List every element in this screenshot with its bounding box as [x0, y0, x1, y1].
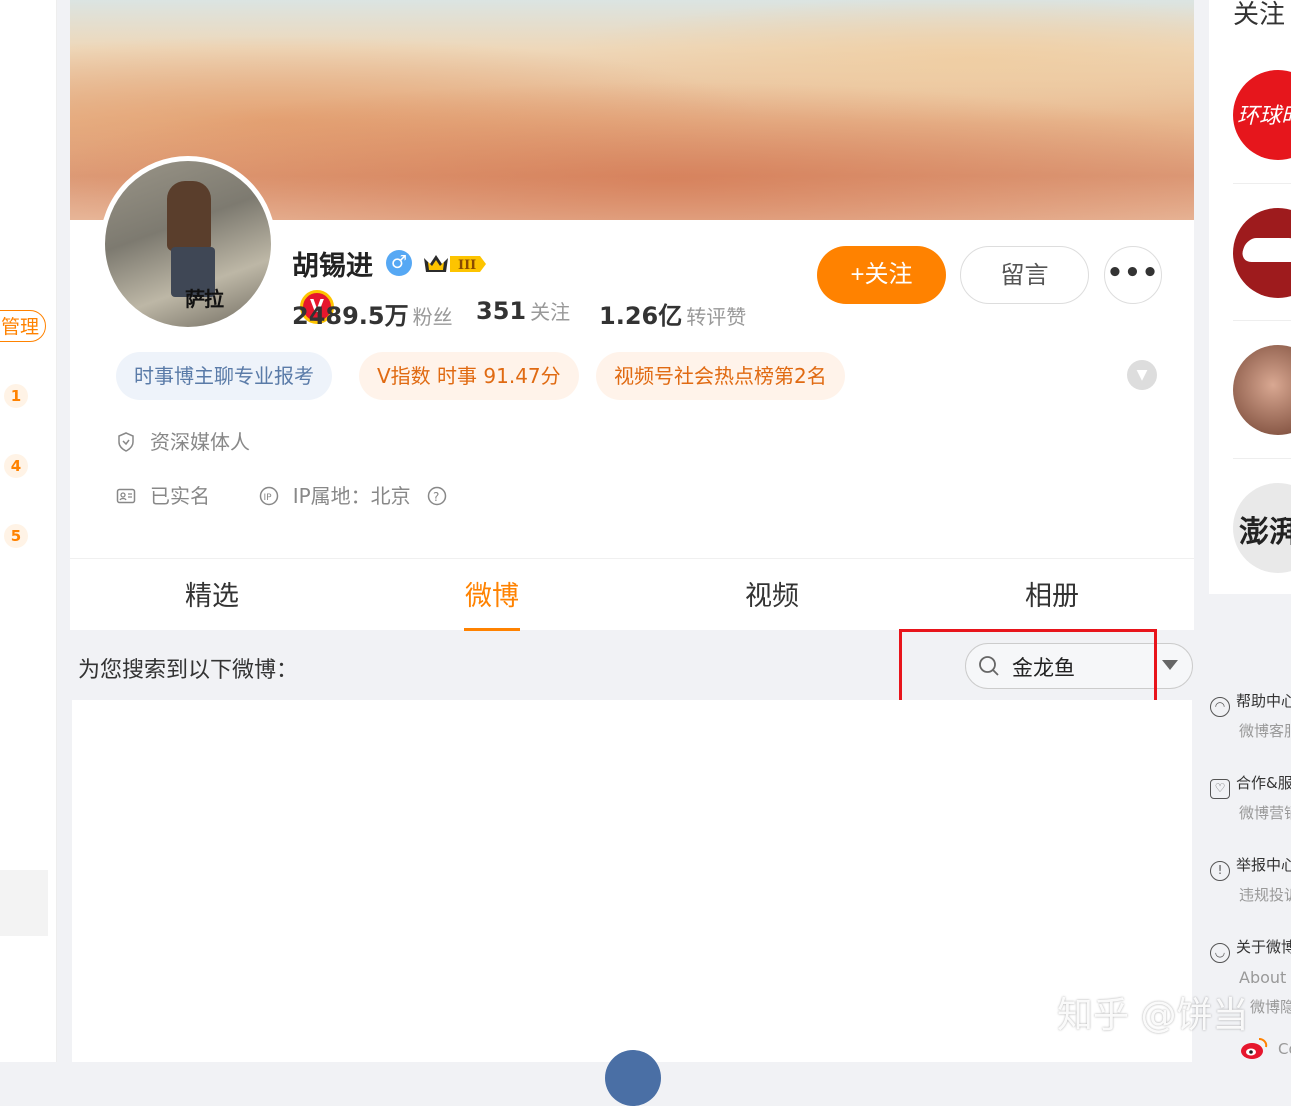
report-center-link[interactable]: ! 举报中心 违规投诉	[1210, 854, 1291, 904]
following-label: 关注	[530, 300, 571, 324]
help-center-link[interactable]: ◠ 帮助中心 微博客服	[1210, 690, 1291, 740]
avatar-figure	[167, 181, 211, 251]
interactions-stat[interactable]: 1.26亿 转评赞	[599, 296, 746, 331]
more-options-button[interactable]: •••	[1104, 246, 1162, 304]
alert-icon: !	[1210, 861, 1230, 881]
ip-location-icon: IP	[259, 486, 278, 506]
about-weibo-link[interactable]: ◡ 关于微博	[1210, 936, 1291, 963]
v-index-tag[interactable]: V指数 时事 91.47分	[359, 352, 579, 400]
tab-video[interactable]: 视频	[732, 559, 812, 631]
tab-featured[interactable]: 精选	[172, 559, 252, 631]
avatar-logo-shape	[1238, 238, 1291, 262]
watermark-text: 知乎 @饼当	[1057, 995, 1249, 1036]
avatar-logo-text: 澎湃	[1239, 515, 1291, 550]
follow-suggestions-title: 关注	[1233, 0, 1286, 30]
fans-stat[interactable]: 2489.5万 粉丝	[292, 296, 453, 331]
feed-results	[72, 700, 1192, 1062]
count-badge: 1	[4, 384, 28, 408]
crown-level-icon[interactable]: III	[422, 252, 488, 276]
fans-label: 粉丝	[412, 305, 453, 329]
suggested-user-avatar[interactable]	[1233, 345, 1291, 435]
suggested-user-avatar[interactable]: 澎湃	[1233, 483, 1291, 573]
weibo-logo-icon	[1241, 1038, 1268, 1059]
tab-weibo[interactable]: 微博	[452, 559, 532, 631]
search-result-label: 为您搜索到以下微博：	[78, 658, 299, 683]
profile-card: 萨拉 V 胡锡进 ♂ III 2489.5万 粉丝 351 关注 1.26亿 转评赞 …	[70, 0, 1194, 631]
profile-tabs: 精选 微博 视频 相册	[70, 558, 1194, 631]
manage-button[interactable]: 管理	[0, 310, 46, 342]
left-sidebar: 管理 1 4 5	[0, 0, 57, 1062]
divider	[1233, 458, 1291, 459]
role-row: 资深媒体人	[116, 426, 250, 455]
divider	[1233, 183, 1291, 184]
chevron-down-icon[interactable]: ▼	[1127, 360, 1157, 390]
avatar[interactable]: 萨拉	[100, 156, 276, 332]
suggested-user-avatar[interactable]: 环球时报	[1233, 70, 1291, 160]
ranking-tag[interactable]: 视频号社会热点榜第2名	[596, 352, 845, 400]
profile-name: 胡锡进	[292, 251, 373, 282]
interactions-label: 转评赞	[686, 305, 747, 329]
id-card-icon	[116, 488, 136, 504]
follow-suggestions-panel: 关注 环球时报 澎湃	[1209, 0, 1291, 594]
help-center-sub: 微博客服	[1239, 722, 1291, 740]
count-badge: 5	[4, 524, 28, 548]
svg-text:IP: IP	[263, 493, 272, 503]
handshake-heart-icon: ♡	[1210, 779, 1230, 799]
fans-count: 2489.5万	[292, 302, 409, 330]
feed-avatar[interactable]	[605, 1050, 661, 1106]
cooperation-title: 合作&服务	[1236, 774, 1291, 792]
svg-text:?: ?	[433, 490, 439, 504]
real-name-text: 已实名	[150, 484, 210, 508]
follow-button[interactable]: +关注	[817, 246, 946, 304]
help-center-title: 帮助中心	[1236, 692, 1291, 710]
report-center-sub: 违规投诉	[1239, 886, 1291, 904]
avatar-caption: 萨拉	[185, 287, 224, 311]
headset-icon: ◠	[1210, 697, 1230, 717]
avatar-logo-text: 环球时报	[1237, 104, 1291, 129]
privacy-link[interactable]: 微博隐私	[1250, 996, 1291, 1017]
role-text: 资深媒体人	[150, 430, 250, 454]
interactions-count: 1.26亿	[599, 302, 683, 330]
identity-row: 已实名 IP IP属地：北京 ?	[116, 480, 461, 509]
male-gender-icon: ♂	[386, 250, 412, 276]
tab-album[interactable]: 相册	[1012, 559, 1092, 631]
user-circle-icon: ◡	[1210, 943, 1230, 963]
sidebar-panel	[0, 870, 48, 936]
dropdown-arrow-icon[interactable]	[1162, 660, 1178, 670]
about-weibo-title: 关于微博	[1236, 938, 1291, 956]
report-center-title: 举报中心	[1236, 856, 1291, 874]
about-weibo-sub[interactable]: About W	[1239, 968, 1291, 987]
message-button[interactable]: 留言	[960, 246, 1089, 304]
shield-check-icon	[118, 432, 134, 452]
profile-tag[interactable]: 时事博主聊专业报考	[116, 352, 332, 400]
divider	[1233, 320, 1291, 321]
question-help-icon[interactable]: ?	[427, 486, 447, 506]
ip-location-text: IP属地：北京	[292, 484, 411, 508]
svg-text:III: III	[458, 258, 476, 273]
copyright-text: Co	[1278, 1040, 1291, 1058]
cooperation-sub: 微博营销	[1239, 804, 1291, 822]
following-count: 351	[476, 297, 527, 325]
cooperation-link[interactable]: ♡ 合作&服务 微博营销	[1210, 772, 1291, 822]
count-badge: 4	[4, 454, 28, 478]
suggested-user-avatar[interactable]	[1233, 208, 1291, 298]
following-stat[interactable]: 351 关注	[476, 296, 570, 325]
privacy-text: 微博隐私	[1250, 998, 1291, 1016]
